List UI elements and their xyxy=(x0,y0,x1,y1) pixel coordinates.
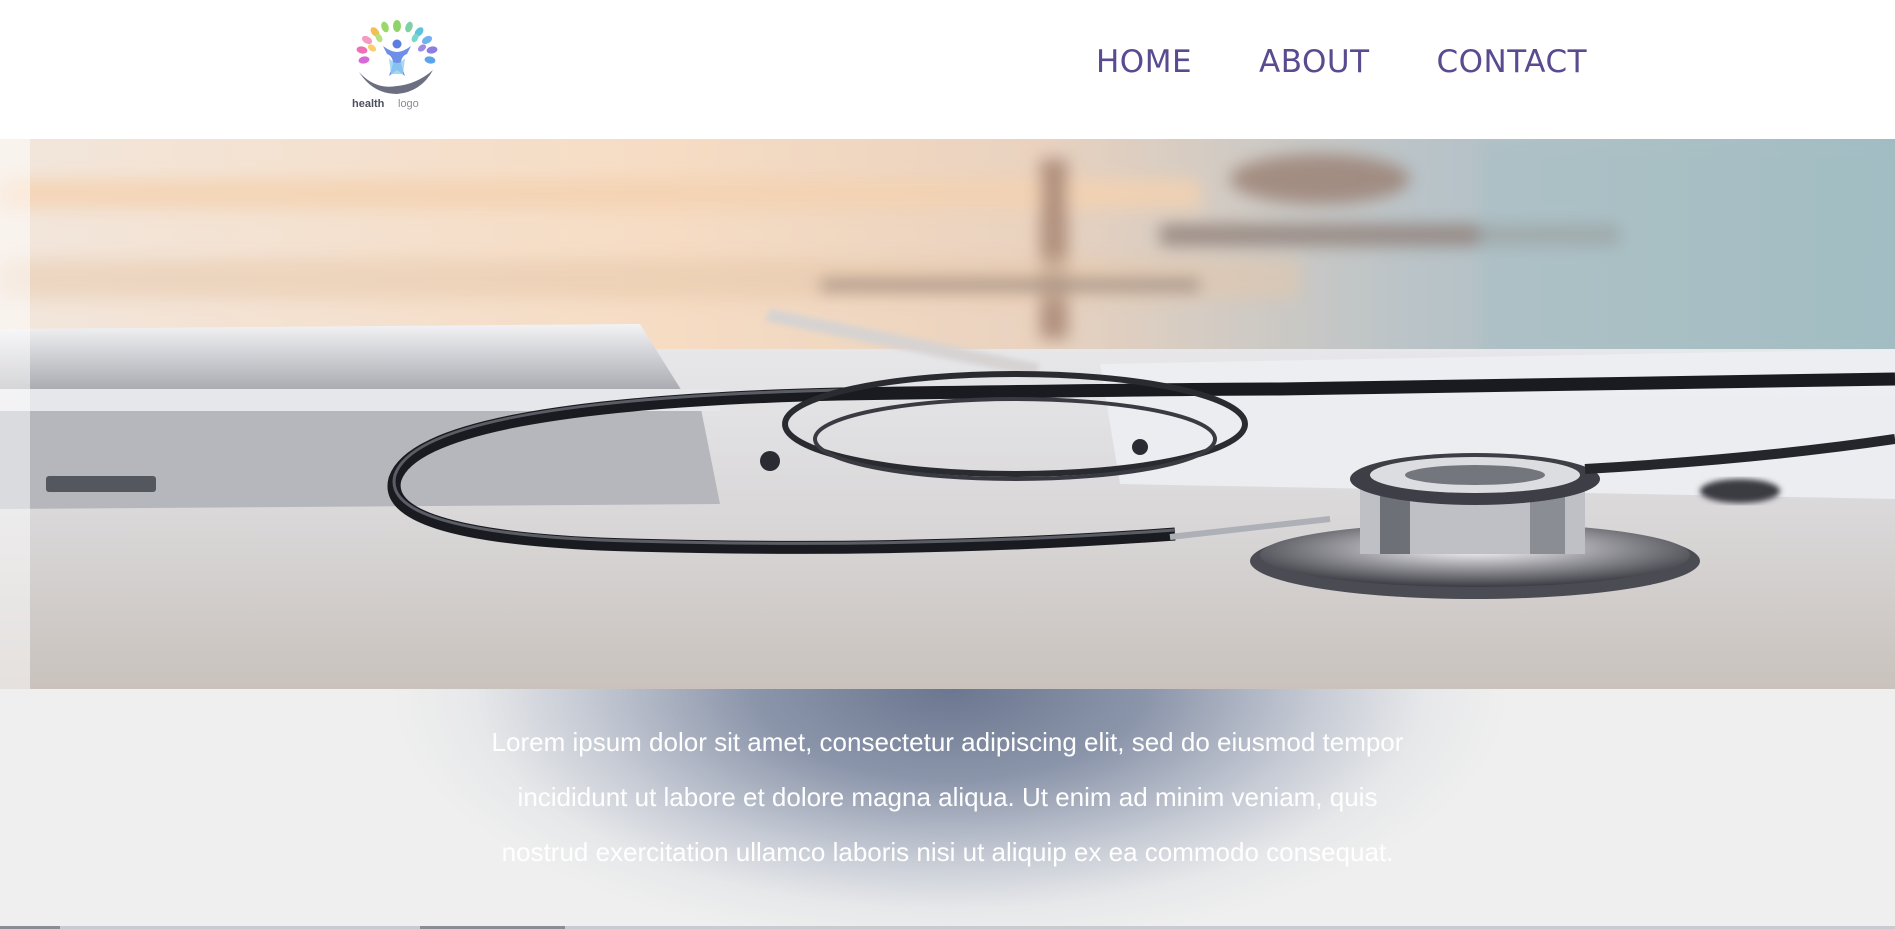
main-nav: HOME ABOUT CONTACT xyxy=(1096,44,1587,80)
logo-wordmark-bold: health xyxy=(352,98,385,110)
logo-wordmark-light: logo xyxy=(398,98,419,110)
nav-contact-link[interactable]: CONTACT xyxy=(1437,44,1588,80)
intro-paragraph: Lorem ipsum dolor sit amet, consectetur … xyxy=(491,727,1404,867)
hero-banner xyxy=(0,139,1895,689)
nav-about-link[interactable]: ABOUT xyxy=(1259,44,1369,80)
site-header: health logo HOME ABOUT CONTACT xyxy=(0,0,1895,139)
intro-section: Lorem ipsum dolor sit amet, consectetur … xyxy=(0,689,1895,929)
nav-home-link[interactable]: HOME xyxy=(1096,44,1192,80)
site-logo[interactable]: health logo xyxy=(345,18,449,110)
health-logo-icon: health logo xyxy=(352,20,438,110)
stethoscope-hero-image xyxy=(0,139,1895,689)
